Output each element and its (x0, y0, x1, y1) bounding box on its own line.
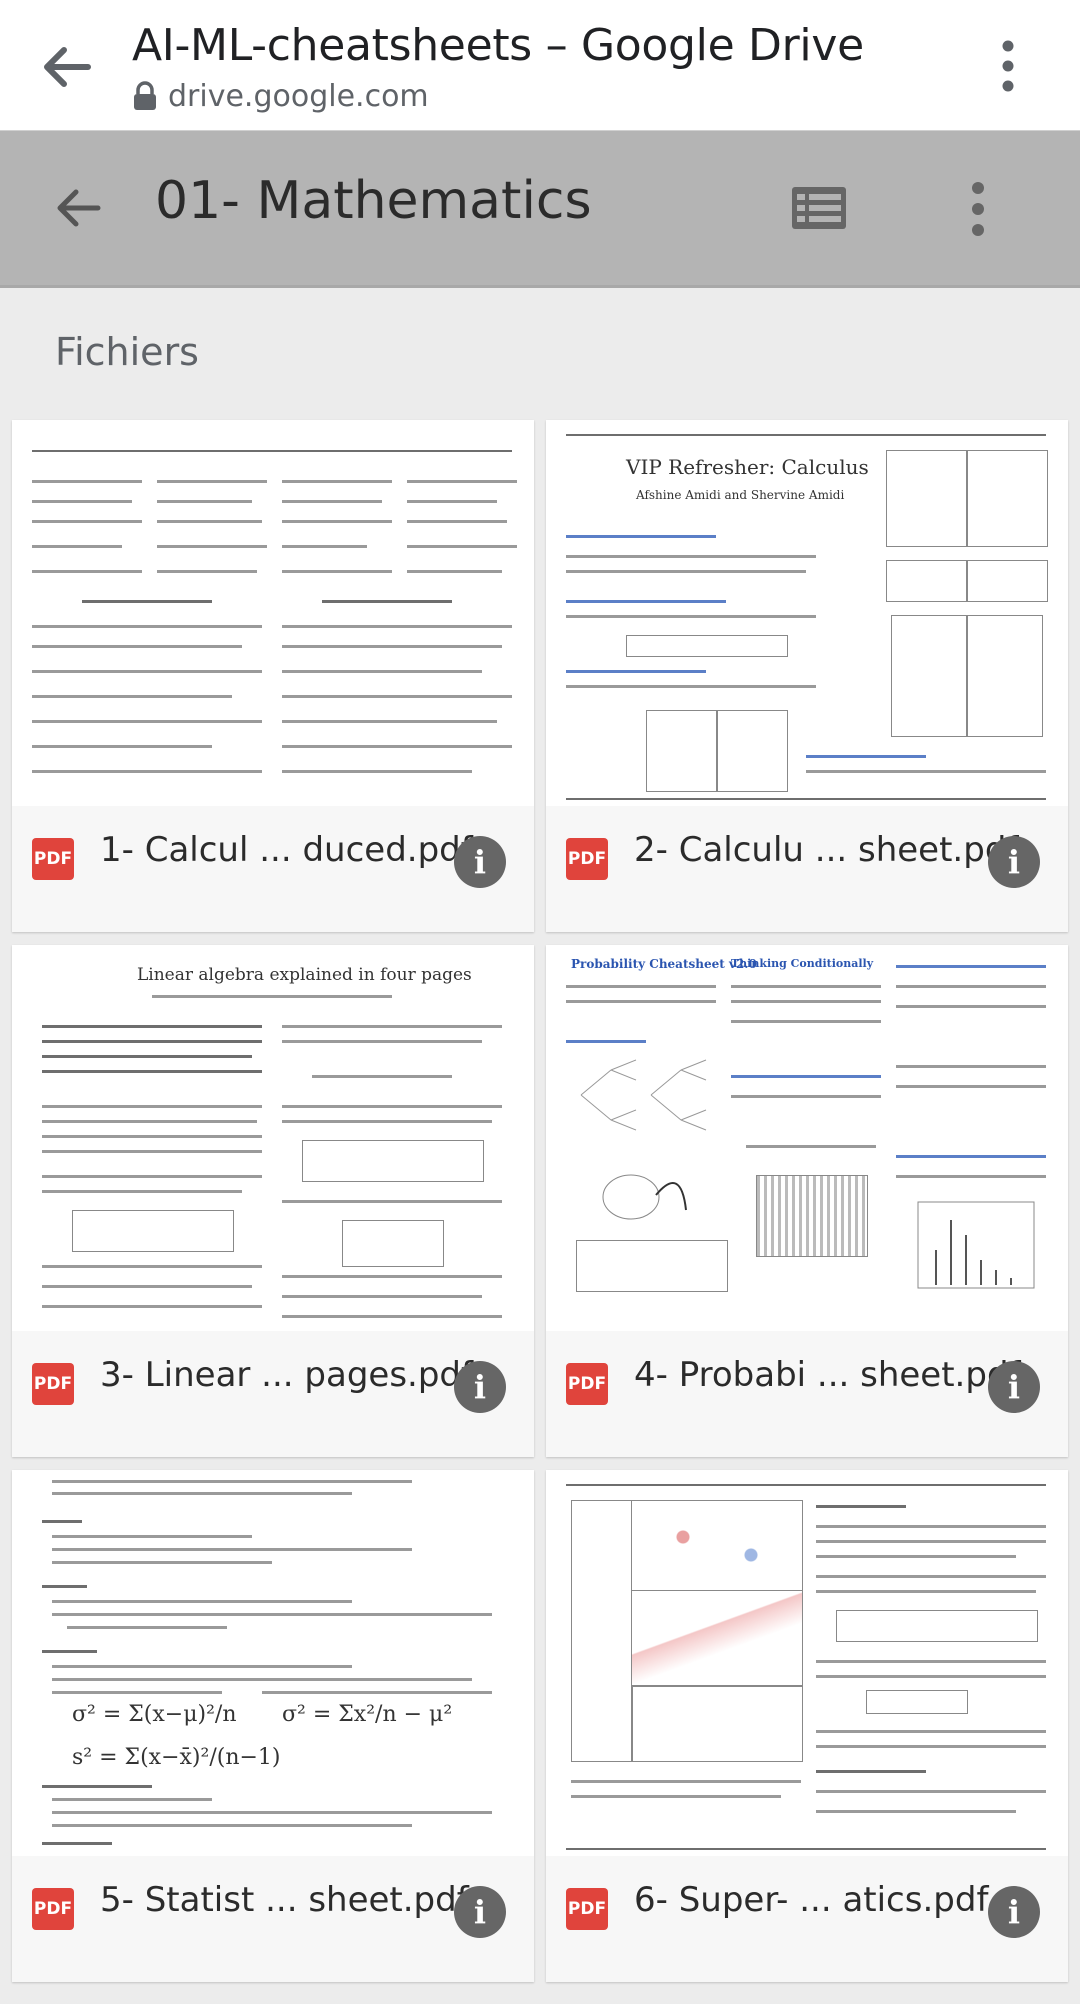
folder-back-icon[interactable] (52, 183, 102, 233)
thumbnail-title: Linear algebra explained in four pages (137, 965, 472, 985)
info-icon[interactable]: i (454, 836, 506, 888)
file-thumbnail[interactable] (546, 1470, 1068, 1856)
pdf-icon: PDF (566, 1363, 608, 1405)
file-card[interactable]: Linear algebra explained in four pages P… (12, 945, 534, 1457)
browser-toolbar: AI-ML-cheatsheets – Google Drive drive.g… (0, 0, 1080, 131)
file-card[interactable]: PDF 6- Super- ... atics.pdf i (546, 1470, 1068, 1982)
file-card-footer[interactable]: PDF 1- Calcul ... duced.pdf i (12, 806, 534, 932)
pdf-icon: PDF (566, 1888, 608, 1930)
file-name[interactable]: 5- Statist ... sheet.pdf (100, 1880, 469, 1920)
folder-title: 01- Mathematics (155, 171, 592, 231)
browser-page-title: AI-ML-cheatsheets – Google Drive (132, 20, 864, 71)
thumbnail-title: VIP Refresher: Calculus (626, 455, 869, 479)
file-thumbnail[interactable]: Probability Cheatsheet v2.0 Thinking Con… (546, 945, 1068, 1331)
pmf-plot (917, 1201, 1035, 1289)
urn-diagram (602, 1174, 687, 1220)
pdf-icon: PDF (566, 838, 608, 880)
info-icon[interactable]: i (988, 1886, 1040, 1938)
file-thumbnail[interactable]: VIP Refresher: Calculus Afshine Amidi an… (546, 420, 1068, 806)
file-thumbnail[interactable]: Linear algebra explained in four pages (12, 945, 534, 1331)
pdf-icon: PDF (32, 1363, 74, 1405)
info-icon[interactable]: i (454, 1886, 506, 1938)
file-thumbnail[interactable] (12, 420, 534, 806)
pdf-icon: PDF (32, 1888, 74, 1930)
file-card-footer[interactable]: PDF 6- Super- ... atics.pdf i (546, 1856, 1068, 1982)
section-heading: Fichiers (55, 330, 199, 374)
info-icon[interactable]: i (988, 1361, 1040, 1413)
file-card-footer[interactable]: PDF 3- Linear ... pages.pdf i (12, 1331, 534, 1457)
info-icon[interactable]: i (988, 836, 1040, 888)
thumbnail-section: Thinking Conditionally (731, 957, 874, 970)
file-thumbnail[interactable]: σ² = Σ(x−μ)²/n σ² = Σx²/n − μ² s² = Σ(x−… (12, 1470, 534, 1856)
folder-more-icon[interactable] (958, 179, 998, 239)
file-card[interactable]: PDF 1- Calcul ... duced.pdf i (12, 420, 534, 932)
file-name[interactable]: 4- Probabi ... sheet.pdf (634, 1355, 1021, 1395)
file-card-footer[interactable]: PDF 2- Calculu ... sheet.pdf i (546, 806, 1068, 932)
url-text: drive.google.com (168, 78, 429, 114)
file-card[interactable]: VIP Refresher: Calculus Afshine Amidi an… (546, 420, 1068, 932)
tree-diagram (580, 1059, 707, 1131)
folder-app-bar: 01- Mathematics (0, 131, 1080, 288)
file-card[interactable]: σ² = Σ(x−μ)²/n σ² = Σx²/n − μ² s² = Σ(x−… (12, 1470, 534, 1982)
url-row: drive.google.com (132, 78, 429, 114)
file-card[interactable]: Probability Cheatsheet v2.0 Thinking Con… (546, 945, 1068, 1457)
thumbnail-title: Probability Cheatsheet v2.0 (571, 957, 757, 971)
file-card-footer[interactable]: PDF 5- Statist ... sheet.pdf i (12, 1856, 534, 1982)
info-icon[interactable]: i (454, 1361, 506, 1413)
list-view-icon[interactable] (792, 187, 846, 229)
arrow-back-icon[interactable] (38, 40, 92, 94)
lock-icon (134, 81, 156, 110)
file-card-footer[interactable]: PDF 4- Probabi ... sheet.pdf i (546, 1331, 1068, 1457)
thumbnail-authors: Afshine Amidi and Shervine Amidi (636, 488, 845, 502)
file-name[interactable]: 3- Linear ... pages.pdf (100, 1355, 473, 1395)
file-name[interactable]: 6- Super- ... atics.pdf (634, 1880, 988, 1920)
pdf-icon: PDF (32, 838, 74, 880)
file-name[interactable]: 1- Calcul ... duced.pdf (100, 830, 473, 870)
more-vert-icon[interactable] (988, 38, 1028, 94)
file-name[interactable]: 2- Calculu ... sheet.pdf (634, 830, 1018, 870)
